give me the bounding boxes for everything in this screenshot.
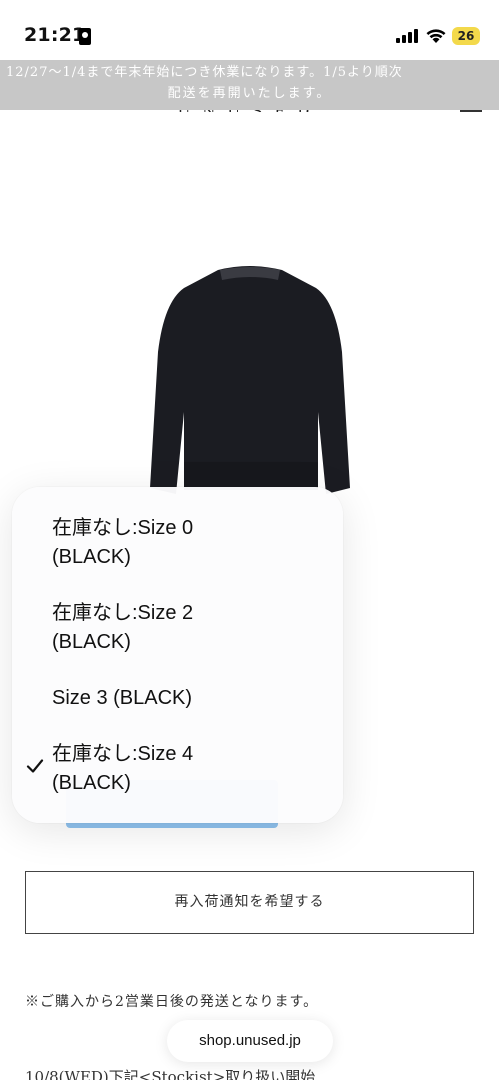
status-time: 21:21 [24,24,86,46]
size-option-label: 在庫なし:Size 4 [52,743,194,765]
browser-url-bar[interactable]: shop.unused.jp [167,1020,333,1062]
size-option-label: Size 3 (BLACK) [52,687,193,709]
announcement-banner: 12/27〜1/4まで年末年始につき休業になります。1/5より順次 配送を再開い… [0,60,499,110]
stockist-note: 10/8(WED)下記<Stockist>取り扱い開始 [25,1068,316,1080]
size-option-4[interactable]: 在庫なし:Size 4 (BLACK) [52,740,193,798]
size-option-color: (BLACK) [52,546,131,568]
wifi-icon [425,26,447,44]
size-option-2[interactable]: 在庫なし:Size 2 (BLACK) [52,599,193,657]
shipping-note: ※ご購入から2営業日後の発送となります。 [25,994,319,1010]
focus-mode-icon [79,28,91,45]
restock-notify-button[interactable]: 再入荷通知を希望する [25,871,474,934]
size-option-label: 在庫なし:Size 0 [52,517,194,539]
cellular-signal-icon [396,29,420,43]
size-option-0[interactable]: 在庫なし:Size 0 (BLACK) [52,514,193,572]
battery-indicator: 26 [452,27,480,45]
checkmark-icon [26,759,44,773]
size-option-label: 在庫なし:Size 2 [52,602,194,624]
hamburger-menu-icon[interactable] [460,110,482,112]
size-option-color: (BLACK) [52,631,131,653]
banner-text-line1: 12/27〜1/4まで年末年始につき休業になります。1/5より順次 [6,65,403,80]
status-bar: 21:21 26 [0,0,499,60]
size-option-3[interactable]: Size 3 (BLACK) [52,684,192,713]
product-image [150,266,350,494]
size-option-color: (BLACK) [52,772,131,794]
banner-text-line2: 配送を再開いたします。 [167,86,332,101]
